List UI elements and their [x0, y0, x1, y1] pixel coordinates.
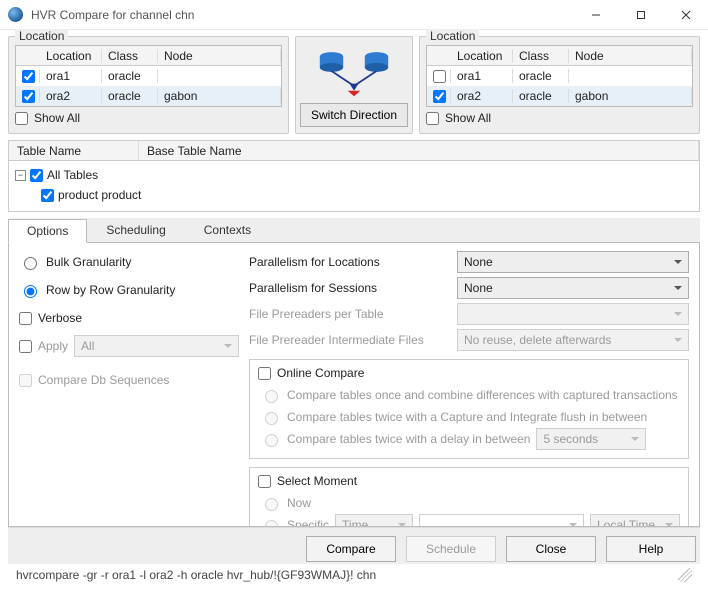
maximize-button[interactable]: [618, 0, 663, 29]
schedule-button: Schedule: [406, 536, 496, 562]
location-source-legend: Location: [15, 29, 68, 43]
app-icon: [8, 7, 23, 22]
close-button[interactable]: [663, 0, 708, 29]
resize-grip-icon[interactable]: [678, 568, 692, 582]
tree-collapse-icon[interactable]: −: [15, 170, 26, 181]
select-moment-label: Select Moment: [277, 474, 357, 488]
col-header-node[interactable]: Node: [158, 49, 281, 63]
bulk-granularity-radio[interactable]: [24, 257, 37, 270]
apply-check[interactable]: [19, 340, 32, 353]
location-target-group: Location Location Class Node ora1 oracle…: [419, 36, 700, 134]
table-tree-root-check[interactable]: [30, 169, 43, 182]
table-tree-root[interactable]: − All Tables: [15, 165, 693, 185]
location-source-row-check[interactable]: [22, 70, 35, 83]
location-source-showall-label: Show All: [34, 111, 80, 125]
location-source-row[interactable]: ora2 oracle gabon: [16, 86, 281, 106]
compare-button[interactable]: Compare: [306, 536, 396, 562]
location-target-row-check[interactable]: [433, 90, 446, 103]
location-target-row[interactable]: ora1 oracle: [427, 66, 692, 86]
sm-now-radio: [265, 498, 278, 511]
col-header-location[interactable]: Location: [40, 49, 102, 63]
verbose-label: Verbose: [38, 311, 82, 325]
tab-options[interactable]: Options: [8, 219, 87, 243]
oc-opt3-label: Compare tables twice with a delay in bet…: [287, 432, 530, 446]
col-header-node[interactable]: Node: [569, 49, 692, 63]
titlebar: HVR Compare for channel chn: [0, 0, 708, 30]
apply-combo[interactable]: All: [74, 335, 239, 357]
command-line-bar: hvrcompare -gr -r ora1 -l ora2 -h oracle…: [8, 564, 700, 588]
compare-db-seq-check: [19, 374, 32, 387]
command-line-text: hvrcompare -gr -r ora1 -l ora2 -h oracle…: [16, 568, 376, 582]
dialog-button-row: Compare Schedule Close Help: [8, 527, 700, 564]
location-target-row[interactable]: ora2 oracle gabon: [427, 86, 692, 106]
row-granularity-radio[interactable]: [24, 285, 37, 298]
oc-opt1-radio: [265, 390, 278, 403]
col-header-base-table[interactable]: Base Table Name: [139, 141, 699, 160]
oc-opt2-label: Compare tables twice with a Capture and …: [287, 410, 647, 424]
location-target-showall-check[interactable]: [426, 112, 439, 125]
table-tree-item-check[interactable]: [41, 189, 54, 202]
online-compare-group: Online Compare Compare tables once and c…: [249, 359, 689, 459]
parallelism-sessions-combo[interactable]: None: [457, 277, 689, 299]
sm-tz-combo: Local Time: [590, 514, 680, 527]
sm-specific-radio: [265, 520, 278, 527]
oc-opt1-label: Compare tables once and combine differen…: [287, 388, 678, 402]
switch-direction-panel: Switch Direction: [295, 36, 413, 134]
sm-now-label: Now: [287, 496, 311, 510]
location-target-showall-label: Show All: [445, 111, 491, 125]
col-header-location[interactable]: Location: [451, 49, 513, 63]
file-prereader-int-label: File Prereader Intermediate Files: [249, 333, 449, 347]
location-source-row[interactable]: ora1 oracle: [16, 66, 281, 86]
select-moment-group: Select Moment Now Specific Time Local Ti…: [249, 467, 689, 527]
tabs: Options Scheduling Contexts: [8, 218, 700, 243]
parallelism-locations-combo[interactable]: None: [457, 251, 689, 273]
table-tree-item[interactable]: product product: [15, 185, 693, 205]
tab-page-options: Bulk Granularity Row by Row Granularity …: [8, 243, 700, 527]
col-header-class[interactable]: Class: [513, 49, 569, 63]
sm-value-combo: [419, 514, 584, 527]
file-prereaders-combo: [457, 303, 689, 325]
row-granularity-label: Row by Row Granularity: [46, 283, 175, 297]
oc-opt3-radio: [265, 434, 278, 447]
switch-direction-button[interactable]: Switch Direction: [300, 103, 408, 127]
compare-db-seq-label: Compare Db Sequences: [38, 373, 169, 387]
sm-time-combo: Time: [335, 514, 413, 527]
location-target-legend: Location: [426, 29, 479, 43]
col-header-class[interactable]: Class: [102, 49, 158, 63]
help-button[interactable]: Help: [606, 536, 696, 562]
file-prereader-int-combo: No reuse, delete afterwards: [457, 329, 689, 351]
parallelism-sessions-label: Parallelism for Sessions: [249, 281, 449, 295]
oc-opt2-radio: [265, 412, 278, 425]
verbose-check[interactable]: [19, 312, 32, 325]
direction-diagram-icon: [300, 43, 408, 99]
apply-label: Apply: [38, 339, 68, 353]
window-title: HVR Compare for channel chn: [31, 8, 573, 22]
location-target-row-check[interactable]: [433, 70, 446, 83]
online-compare-label: Online Compare: [277, 366, 364, 380]
location-source-showall-check[interactable]: [15, 112, 28, 125]
tab-contexts[interactable]: Contexts: [185, 218, 270, 242]
parallelism-locations-label: Parallelism for Locations: [249, 255, 449, 269]
bulk-granularity-label: Bulk Granularity: [46, 255, 131, 269]
sm-specific-label: Specific: [287, 518, 329, 527]
location-source-group: Location Location Class Node ora1 oracle…: [8, 36, 289, 134]
online-compare-check[interactable]: [258, 367, 271, 380]
location-target-grid[interactable]: Location Class Node ora1 oracle ora2 ora…: [426, 45, 693, 107]
minimize-button[interactable]: [573, 0, 618, 29]
tables-panel: Table Name Base Table Name − All Tables …: [8, 140, 700, 212]
file-prereaders-label: File Prereaders per Table: [249, 307, 449, 321]
col-header-table-name[interactable]: Table Name: [9, 141, 139, 160]
oc-delay-combo: 5 seconds: [536, 428, 646, 450]
location-source-grid[interactable]: Location Class Node ora1 oracle ora2 ora…: [15, 45, 282, 107]
select-moment-check[interactable]: [258, 475, 271, 488]
location-source-row-check[interactable]: [22, 90, 35, 103]
close-dialog-button[interactable]: Close: [506, 536, 596, 562]
tab-scheduling[interactable]: Scheduling: [87, 218, 184, 242]
